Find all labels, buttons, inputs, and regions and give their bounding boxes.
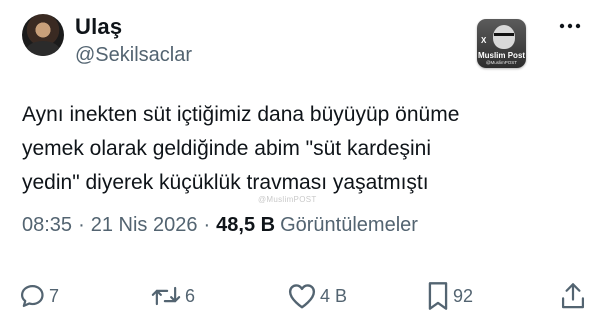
reply-icon bbox=[20, 284, 44, 308]
retweet-icon bbox=[151, 286, 181, 306]
reply-button[interactable]: 7 bbox=[18, 276, 59, 316]
avatar-photo-shape bbox=[26, 41, 60, 56]
views-label[interactable]: Görüntülemeler bbox=[280, 214, 418, 237]
badge-glasses-graphic bbox=[494, 33, 514, 36]
bookmark-button[interactable]: 92 bbox=[426, 276, 473, 316]
overlay-watermark: @MuslimPOST bbox=[258, 195, 317, 204]
tweet-text: Aynı inekten süt içtiğimiz dana büyüyüp … bbox=[22, 98, 582, 200]
like-button[interactable]: 4 B bbox=[287, 276, 347, 316]
more-horizontal-icon bbox=[559, 23, 581, 29]
tweet-time[interactable]: 08:35 bbox=[22, 214, 72, 237]
share-icon bbox=[561, 283, 585, 309]
author-avatar[interactable] bbox=[22, 14, 64, 56]
badge-x-mark: X bbox=[481, 36, 487, 45]
bookmark-count: 92 bbox=[453, 285, 474, 306]
tweet-meta: 08:35 · 21 Nis 2026 · 48,5 B Görüntüleme… bbox=[22, 214, 418, 237]
badge-face-graphic bbox=[493, 25, 515, 49]
tweet-date[interactable]: 21 Nis 2026 bbox=[91, 214, 198, 237]
badge-handle: @MuslimPOST bbox=[485, 60, 518, 65]
reply-count: 7 bbox=[49, 285, 60, 306]
tweet-text-line: Aynı inekten süt içtiğimiz dana büyüyüp … bbox=[22, 103, 460, 126]
muslim-post-badge: X Muslim Post @MuslimPOST bbox=[477, 19, 526, 68]
tweet-text-line: yemek olarak geldiğinde abim "süt kardeş… bbox=[22, 137, 431, 160]
tweet-actions-bar: 7 6 4 B 92 bbox=[0, 276, 595, 316]
author-display-name[interactable]: Ulaş bbox=[75, 14, 122, 40]
retweet-count: 6 bbox=[185, 285, 196, 306]
share-button[interactable] bbox=[560, 276, 586, 316]
meta-separator: · bbox=[203, 214, 211, 236]
bookmark-icon bbox=[428, 282, 448, 310]
like-count: 4 B bbox=[320, 285, 348, 306]
author-handle[interactable]: @Sekilsaclar bbox=[75, 44, 192, 67]
badge-title: Muslim Post bbox=[477, 51, 526, 60]
views-count[interactable]: 48,5 B bbox=[216, 214, 275, 237]
retweet-button[interactable]: 6 bbox=[150, 276, 195, 316]
heart-icon bbox=[288, 284, 316, 309]
more-options-button[interactable] bbox=[556, 16, 584, 36]
meta-separator: · bbox=[78, 214, 85, 236]
